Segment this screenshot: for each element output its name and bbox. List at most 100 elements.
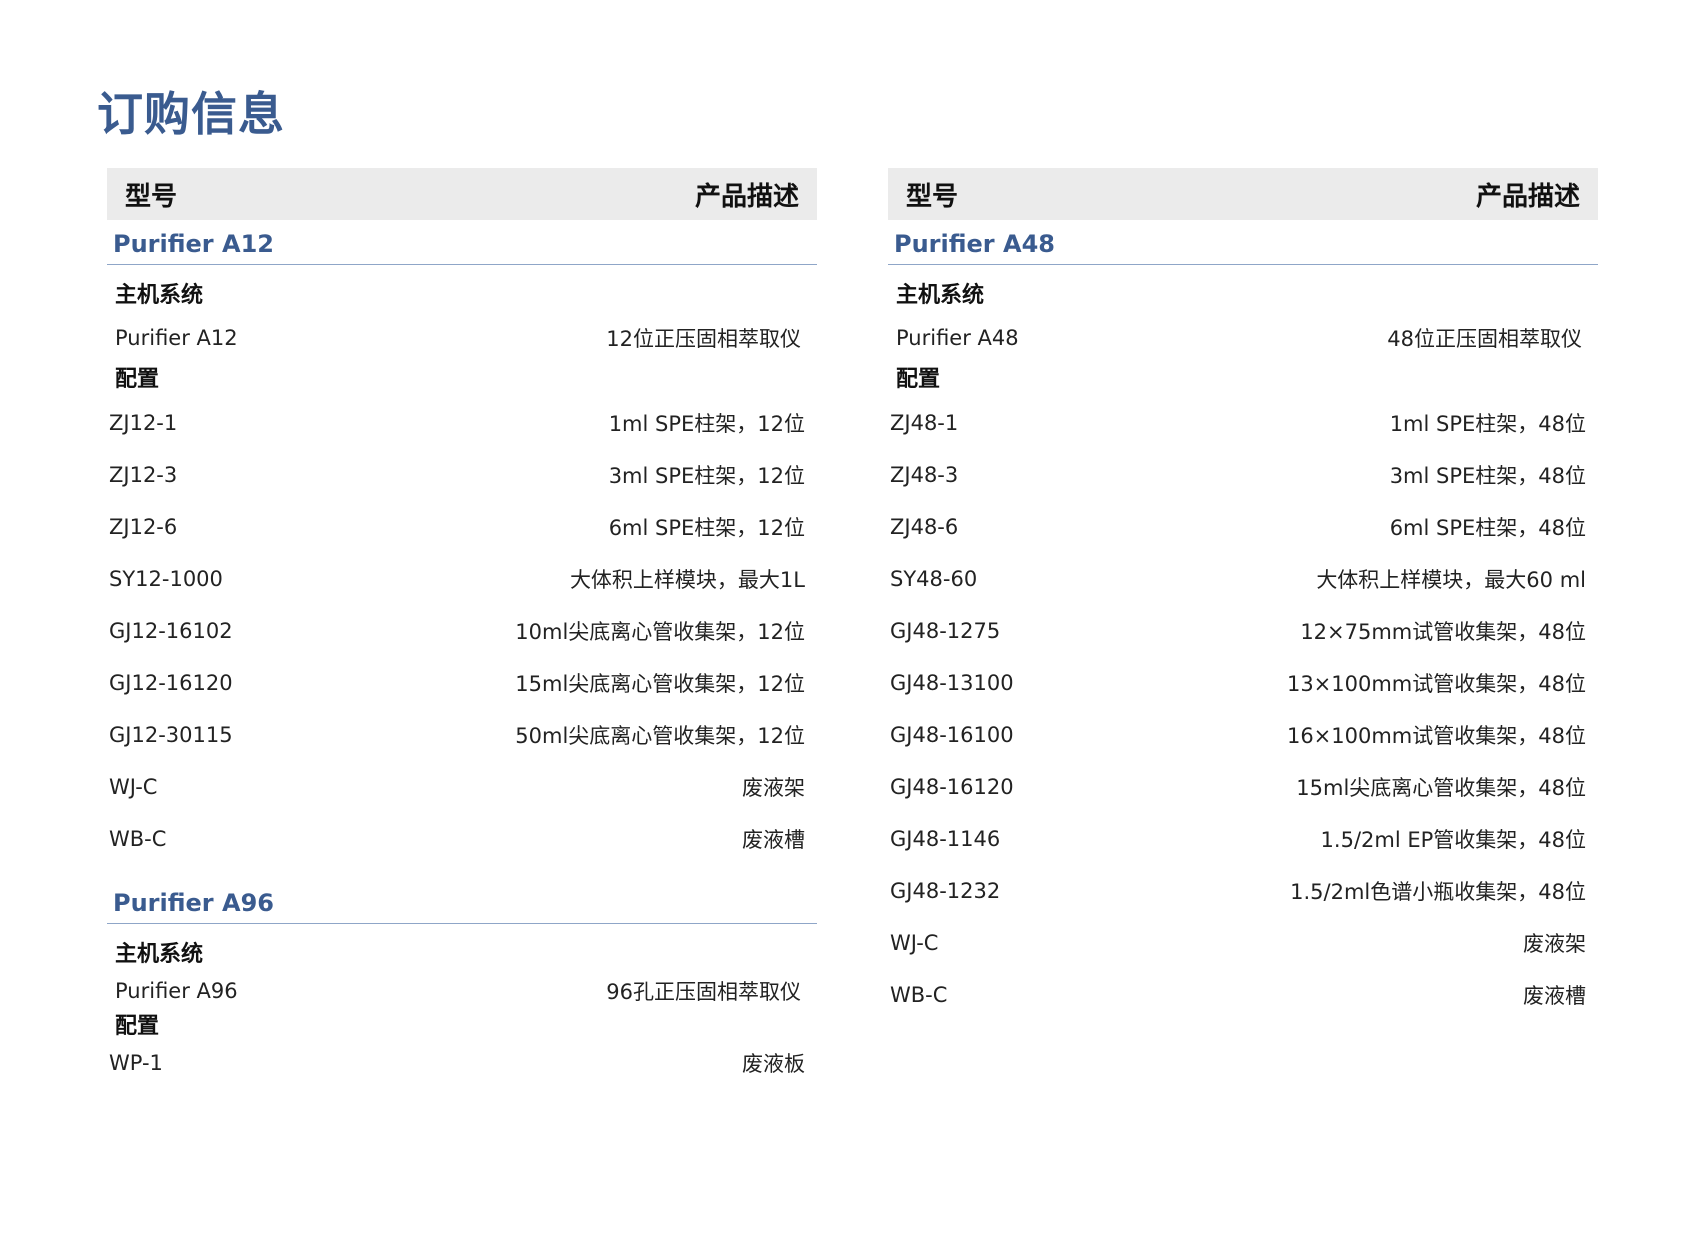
host-row: Purifier A96 96孔正压固相萃取仪 bbox=[107, 972, 817, 1010]
config-label: 配置 bbox=[896, 367, 941, 392]
left-column: 型号 产品描述 Purifier A12 主机系统 Purifier A12 1… bbox=[107, 168, 817, 1082]
right-column: 型号 产品描述 Purifier A48 主机系统 Purifier A48 4… bbox=[888, 168, 1598, 1021]
header-description: 产品描述 bbox=[694, 181, 799, 212]
table-row: GJ48-1275 12×75mm试管收集架，48位 bbox=[888, 605, 1598, 657]
host-model: Purifier A48 bbox=[896, 326, 1019, 350]
item-model: SY48-60 bbox=[890, 567, 978, 591]
header-model: 型号 bbox=[125, 181, 178, 212]
table-row: ZJ12-6 6ml SPE柱架，12位 bbox=[107, 501, 817, 553]
page-title: 订购信息 bbox=[97, 87, 285, 141]
item-model: GJ12-16102 bbox=[109, 619, 233, 643]
item-desc: 废液槽 bbox=[1523, 984, 1586, 1008]
table-row: ZJ48-3 3ml SPE柱架，48位 bbox=[888, 449, 1598, 501]
host-row: Purifier A48 48位正压固相萃取仪 bbox=[888, 313, 1598, 363]
order-info-page: 订购信息 型号 产品描述 Purifier A12 主机系统 Purifier … bbox=[0, 0, 1683, 1240]
host-model: Purifier A12 bbox=[115, 326, 238, 350]
table-row: GJ12-16120 15ml尖底离心管收集架，12位 bbox=[107, 657, 817, 709]
item-model: GJ12-16120 bbox=[109, 671, 233, 695]
item-desc: 1.5/2ml色谱小瓶收集架，48位 bbox=[1290, 880, 1586, 904]
table-row: SY12-1000 大体积上样模块，最大1L bbox=[107, 553, 817, 605]
section-purifier-a12: Purifier A12 主机系统 Purifier A12 12位正压固相萃取… bbox=[107, 230, 817, 865]
config-label: 配置 bbox=[115, 367, 160, 392]
item-desc: 废液板 bbox=[742, 1052, 805, 1076]
table-row: GJ12-16102 10ml尖底离心管收集架，12位 bbox=[107, 605, 817, 657]
item-model: WB-C bbox=[890, 983, 948, 1007]
item-model: WP-1 bbox=[109, 1051, 163, 1075]
table-row: WB-C 废液槽 bbox=[888, 969, 1598, 1021]
item-desc: 1ml SPE柱架，48位 bbox=[1389, 412, 1586, 436]
section-purifier-a48: Purifier A48 主机系统 Purifier A48 48位正压固相萃取… bbox=[888, 230, 1598, 1021]
section-title: Purifier A48 bbox=[888, 230, 1598, 265]
config-list: WP-1 废液板 bbox=[107, 1044, 817, 1082]
item-desc: 13×100mm试管收集架，48位 bbox=[1286, 672, 1586, 696]
table-row: GJ48-1232 1.5/2ml色谱小瓶收集架，48位 bbox=[888, 865, 1598, 917]
host-system-label: 主机系统 bbox=[115, 942, 204, 967]
item-model: GJ48-13100 bbox=[890, 671, 1014, 695]
table-row: ZJ48-6 6ml SPE柱架，48位 bbox=[888, 501, 1598, 553]
section-title: Purifier A12 bbox=[107, 230, 817, 265]
item-desc: 大体积上样模块，最大60 ml bbox=[1316, 568, 1586, 592]
table-row: ZJ12-1 1ml SPE柱架，12位 bbox=[107, 397, 817, 449]
item-desc: 大体积上样模块，最大1L bbox=[569, 568, 805, 592]
table-row: GJ48-1146 1.5/2ml EP管收集架，48位 bbox=[888, 813, 1598, 865]
host-desc: 48位正压固相萃取仪 bbox=[1387, 327, 1582, 351]
host-desc: 96孔正压固相萃取仪 bbox=[606, 980, 801, 1004]
table-row: ZJ48-1 1ml SPE柱架，48位 bbox=[888, 397, 1598, 449]
table-row: GJ48-16120 15ml尖底离心管收集架，48位 bbox=[888, 761, 1598, 813]
item-model: ZJ12-3 bbox=[109, 463, 178, 487]
table-row: WJ-C 废液架 bbox=[107, 761, 817, 813]
item-desc: 废液架 bbox=[1523, 932, 1586, 956]
table-row: ZJ12-3 3ml SPE柱架，12位 bbox=[107, 449, 817, 501]
item-desc: 10ml尖底离心管收集架，12位 bbox=[515, 620, 805, 644]
item-model: WB-C bbox=[109, 827, 167, 851]
table-row: WB-C 废液槽 bbox=[107, 813, 817, 865]
table-row: SY48-60 大体积上样模块，最大60 ml bbox=[888, 553, 1598, 605]
item-model: GJ48-1232 bbox=[890, 879, 1001, 903]
table-header: 型号 产品描述 bbox=[107, 168, 817, 220]
host-system-label: 主机系统 bbox=[896, 283, 985, 308]
item-model: WJ-C bbox=[890, 931, 939, 955]
config-list: ZJ12-1 1ml SPE柱架，12位 ZJ12-3 3ml SPE柱架，12位 … bbox=[107, 397, 817, 865]
header-model: 型号 bbox=[906, 181, 959, 212]
host-system-label: 主机系统 bbox=[115, 283, 204, 308]
item-model: GJ48-16120 bbox=[890, 775, 1014, 799]
table-row: GJ12-30115 50ml尖底离心管收集架，12位 bbox=[107, 709, 817, 761]
table-row: WJ-C 废液架 bbox=[888, 917, 1598, 969]
item-desc: 15ml尖底离心管收集架，12位 bbox=[515, 672, 805, 696]
item-desc: 50ml尖底离心管收集架，12位 bbox=[515, 724, 805, 748]
item-desc: 16×100mm试管收集架，48位 bbox=[1286, 724, 1586, 748]
item-desc: 1ml SPE柱架，12位 bbox=[608, 412, 805, 436]
table-row: GJ48-16100 16×100mm试管收集架，48位 bbox=[888, 709, 1598, 761]
item-model: GJ12-30115 bbox=[109, 723, 233, 747]
item-model: SY12-1000 bbox=[109, 567, 223, 591]
item-model: ZJ48-6 bbox=[890, 515, 959, 539]
item-desc: 1.5/2ml EP管收集架，48位 bbox=[1320, 828, 1586, 852]
item-desc: 6ml SPE柱架，12位 bbox=[608, 516, 805, 540]
section-purifier-a96: Purifier A96 主机系统 Purifier A96 96孔正压固相萃取… bbox=[107, 889, 817, 1082]
table-row: GJ48-13100 13×100mm试管收集架，48位 bbox=[888, 657, 1598, 709]
item-desc: 废液架 bbox=[742, 776, 805, 800]
item-model: WJ-C bbox=[109, 775, 158, 799]
item-desc: 15ml尖底离心管收集架，48位 bbox=[1296, 776, 1586, 800]
table-row: WP-1 废液板 bbox=[107, 1044, 817, 1082]
item-model: GJ48-1275 bbox=[890, 619, 1001, 643]
section-title: Purifier A96 bbox=[107, 889, 817, 924]
config-label: 配置 bbox=[115, 1014, 160, 1039]
config-list: ZJ48-1 1ml SPE柱架，48位 ZJ48-3 3ml SPE柱架，48位 … bbox=[888, 397, 1598, 1021]
header-description: 产品描述 bbox=[1475, 181, 1580, 212]
item-model: ZJ48-1 bbox=[890, 411, 959, 435]
item-desc: 6ml SPE柱架，48位 bbox=[1389, 516, 1586, 540]
host-row: Purifier A12 12位正压固相萃取仪 bbox=[107, 313, 817, 363]
item-model: ZJ12-1 bbox=[109, 411, 178, 435]
item-desc: 废液槽 bbox=[742, 828, 805, 852]
item-desc: 12×75mm试管收集架，48位 bbox=[1300, 620, 1586, 644]
table-header: 型号 产品描述 bbox=[888, 168, 1598, 220]
item-model: ZJ12-6 bbox=[109, 515, 178, 539]
item-model: GJ48-1146 bbox=[890, 827, 1001, 851]
host-model: Purifier A96 bbox=[115, 979, 238, 1003]
host-desc: 12位正压固相萃取仪 bbox=[606, 327, 801, 351]
item-desc: 3ml SPE柱架，48位 bbox=[1389, 464, 1586, 488]
item-model: ZJ48-3 bbox=[890, 463, 959, 487]
item-desc: 3ml SPE柱架，12位 bbox=[608, 464, 805, 488]
item-model: GJ48-16100 bbox=[890, 723, 1014, 747]
